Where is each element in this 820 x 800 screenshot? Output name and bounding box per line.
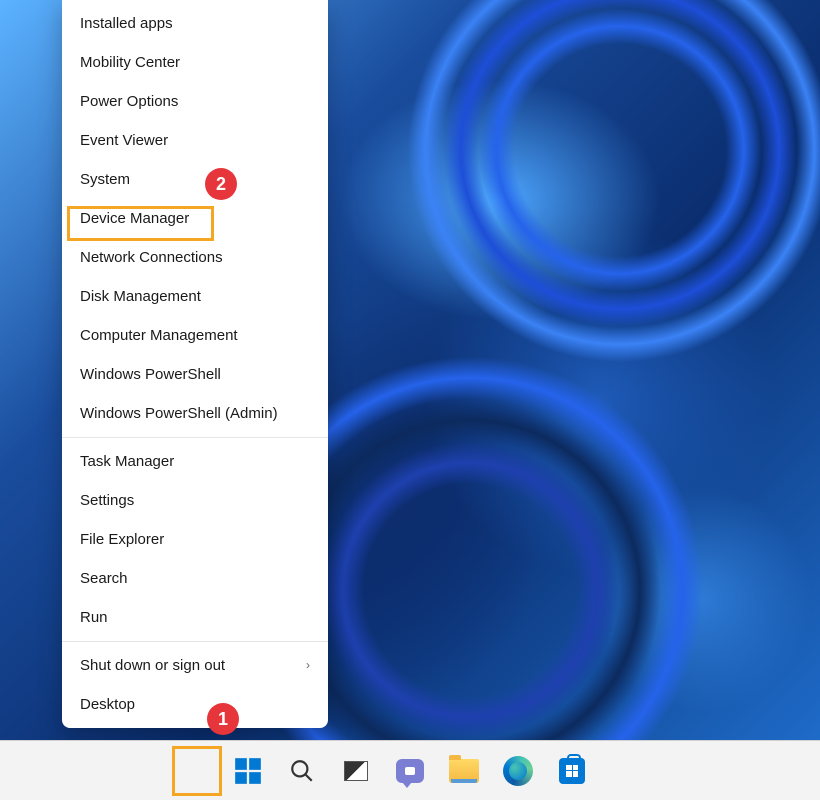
menu-item-label: Network Connections <box>80 247 223 268</box>
menu-item-shut-down-sign-out[interactable]: Shut down or sign out › <box>62 646 328 685</box>
start-button[interactable] <box>225 748 271 794</box>
menu-item-system[interactable]: System <box>62 160 328 199</box>
menu-item-label: Shut down or sign out <box>80 655 225 676</box>
taskbar-search-button[interactable] <box>279 748 325 794</box>
menu-item-label: Windows PowerShell (Admin) <box>80 403 278 424</box>
menu-item-mobility-center[interactable]: Mobility Center <box>62 43 328 82</box>
menu-item-computer-management[interactable]: Computer Management <box>62 316 328 355</box>
menu-item-file-explorer[interactable]: File Explorer <box>62 520 328 559</box>
store-icon <box>559 758 585 784</box>
search-icon <box>289 758 315 784</box>
chat-icon <box>396 759 424 783</box>
menu-item-network-connections[interactable]: Network Connections <box>62 238 328 277</box>
menu-item-label: Disk Management <box>80 286 201 307</box>
menu-item-search[interactable]: Search <box>62 559 328 598</box>
menu-item-label: Settings <box>80 490 134 511</box>
taskbar <box>0 740 820 800</box>
menu-item-label: Power Options <box>80 91 178 112</box>
badge-number: 2 <box>216 174 226 195</box>
menu-item-label: Event Viewer <box>80 130 168 151</box>
menu-item-label: File Explorer <box>80 529 164 550</box>
windows-logo-icon <box>234 757 262 785</box>
menu-item-label: Computer Management <box>80 325 238 346</box>
menu-item-device-manager[interactable]: Device Manager <box>62 199 328 238</box>
menu-item-task-manager[interactable]: Task Manager <box>62 442 328 481</box>
taskbar-task-view-button[interactable] <box>333 748 379 794</box>
menu-item-desktop[interactable]: Desktop <box>62 685 328 724</box>
menu-item-label: Windows PowerShell <box>80 364 221 385</box>
menu-item-windows-powershell[interactable]: Windows PowerShell <box>62 355 328 394</box>
chevron-right-icon: › <box>306 657 310 674</box>
menu-item-event-viewer[interactable]: Event Viewer <box>62 121 328 160</box>
menu-item-label: Task Manager <box>80 451 174 472</box>
winx-context-menu: Installed apps Mobility Center Power Opt… <box>62 0 328 728</box>
menu-item-label: Device Manager <box>80 208 189 229</box>
annotation-badge-1: 1 <box>207 703 239 735</box>
taskbar-store-button[interactable] <box>549 748 595 794</box>
badge-number: 1 <box>218 709 228 730</box>
menu-item-run[interactable]: Run <box>62 598 328 637</box>
folder-icon <box>449 759 479 783</box>
menu-item-power-options[interactable]: Power Options <box>62 82 328 121</box>
menu-item-label: System <box>80 169 130 190</box>
edge-icon <box>503 756 533 786</box>
menu-item-label: Run <box>80 607 108 628</box>
menu-item-installed-apps[interactable]: Installed apps <box>62 4 328 43</box>
menu-item-settings[interactable]: Settings <box>62 481 328 520</box>
menu-item-label: Search <box>80 568 128 589</box>
taskbar-chat-button[interactable] <box>387 748 433 794</box>
taskbar-edge-button[interactable] <box>495 748 541 794</box>
menu-separator <box>62 641 328 642</box>
menu-item-label: Desktop <box>80 694 135 715</box>
task-view-icon <box>344 761 368 781</box>
menu-item-label: Mobility Center <box>80 52 180 73</box>
taskbar-file-explorer-button[interactable] <box>441 748 487 794</box>
menu-item-windows-powershell-admin[interactable]: Windows PowerShell (Admin) <box>62 394 328 433</box>
menu-item-label: Installed apps <box>80 13 173 34</box>
menu-separator <box>62 437 328 438</box>
menu-item-disk-management[interactable]: Disk Management <box>62 277 328 316</box>
annotation-badge-2: 2 <box>205 168 237 200</box>
